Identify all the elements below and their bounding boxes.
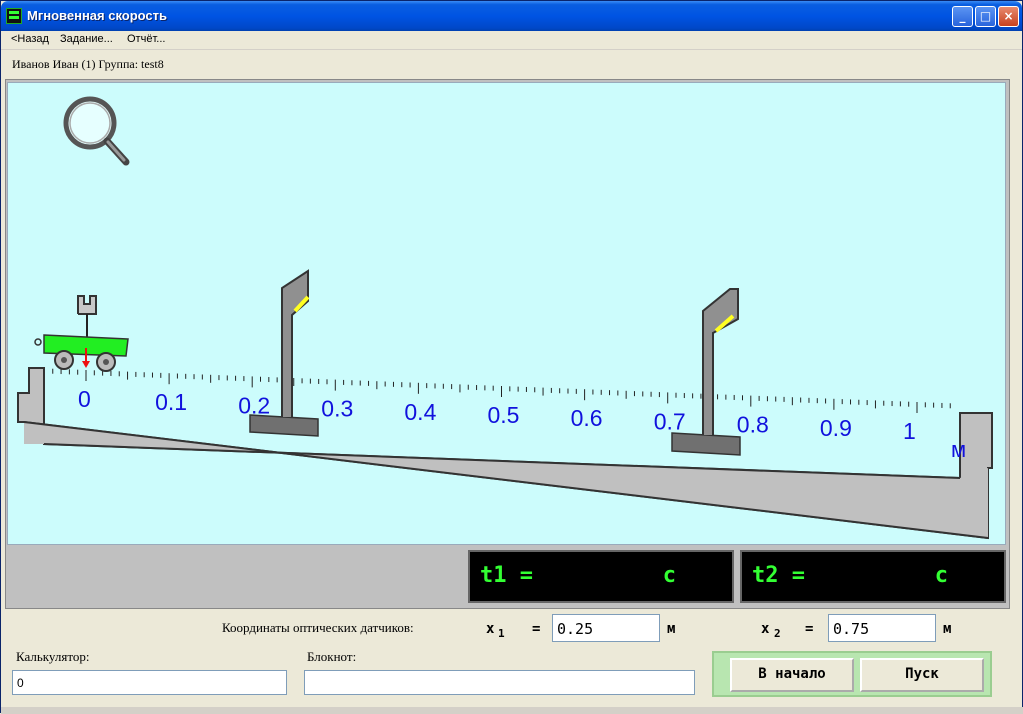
start-button[interactable]: Пуск bbox=[860, 658, 984, 692]
title-bar[interactable]: Мгновенная скорость _ □ × bbox=[1, 1, 1022, 31]
ruler-label: 0.8 bbox=[737, 412, 769, 438]
track-ruler: 0 0.1 0.2 0.3 0.4 0.5 0.6 0.7 0.8 0.9 1 м bbox=[17, 367, 993, 540]
simulation-canvas: 0 0.1 0.2 0.3 0.4 0.5 0.6 0.7 0.8 0.9 1 м bbox=[17, 96, 993, 540]
ruler-label: 0.4 bbox=[404, 399, 436, 425]
ruler-label: 0.7 bbox=[654, 408, 686, 434]
window-title: Мгновенная скорость bbox=[27, 8, 168, 23]
close-button[interactable]: × bbox=[998, 6, 1019, 27]
x2-label: x bbox=[761, 621, 770, 637]
ruler-label: 1 bbox=[903, 418, 916, 444]
minimize-button[interactable]: _ bbox=[952, 6, 973, 27]
ruler-unit: м bbox=[951, 437, 966, 462]
user-info: Иванов Иван (1) Группа: test8 bbox=[12, 57, 164, 71]
ruler-label: 0.9 bbox=[820, 415, 852, 441]
x2-input[interactable]: 0.75 bbox=[828, 614, 936, 642]
cart[interactable] bbox=[34, 295, 129, 372]
timer-t1-label: t1 = bbox=[480, 563, 533, 588]
calculator-label: Калькулятор: bbox=[16, 649, 90, 664]
maximize-button[interactable]: □ bbox=[975, 6, 996, 27]
x1-equals: = bbox=[532, 621, 541, 637]
notepad-input[interactable] bbox=[304, 670, 695, 695]
menu-report[interactable]: Отчёт... bbox=[127, 33, 165, 45]
control-button-panel: В начало Пуск bbox=[712, 651, 992, 697]
reset-button[interactable]: В начало bbox=[730, 658, 854, 692]
x1-label: x bbox=[486, 621, 495, 637]
menu-back[interactable]: <Назад bbox=[11, 33, 49, 45]
x2-subscript: 2 bbox=[774, 627, 781, 640]
ruler-label: 0.5 bbox=[488, 402, 520, 428]
timer-t2-display: t2 = c bbox=[740, 550, 1006, 603]
calculator-input[interactable]: 0 bbox=[12, 670, 287, 695]
ruler-label: 0.6 bbox=[571, 405, 603, 431]
menu-task[interactable]: Задание... bbox=[60, 33, 113, 45]
x1-input[interactable]: 0.25 bbox=[552, 614, 660, 642]
ruler-labels: 0 0.1 0.2 0.3 0.4 0.5 0.6 0.7 0.8 0.9 1 bbox=[78, 386, 916, 444]
simulation-stage: 0 0.1 0.2 0.3 0.4 0.5 0.6 0.7 0.8 0.9 1 м bbox=[7, 82, 1006, 545]
ruler-label: 0.3 bbox=[321, 396, 353, 422]
sensors-caption: Координаты оптических датчиков: bbox=[222, 620, 414, 635]
x2-equals: = bbox=[805, 621, 814, 637]
menu-bar: <Назад Задание... Отчёт... bbox=[1, 31, 1022, 49]
timer-t2-unit: c bbox=[934, 563, 948, 588]
magnifier-icon[interactable] bbox=[63, 96, 130, 166]
app-window: Мгновенная скорость _ □ × <Назад Задание… bbox=[0, 0, 1023, 714]
timer-t2-label: t2 = bbox=[752, 563, 805, 588]
app-icon bbox=[6, 8, 22, 24]
notepad-label: Блокнот: bbox=[307, 649, 357, 664]
x1-subscript: 1 bbox=[498, 627, 505, 640]
x1-unit: м bbox=[667, 621, 676, 637]
x2-unit: м bbox=[943, 621, 952, 637]
user-info-bar: Иванов Иван (1) Группа: test8 bbox=[1, 49, 1022, 77]
timer-t1-display: t1 = c bbox=[468, 550, 734, 603]
ruler-label: 0 bbox=[78, 386, 91, 412]
timer-t1-unit: c bbox=[662, 563, 676, 588]
ruler-label: 0.1 bbox=[155, 389, 187, 415]
